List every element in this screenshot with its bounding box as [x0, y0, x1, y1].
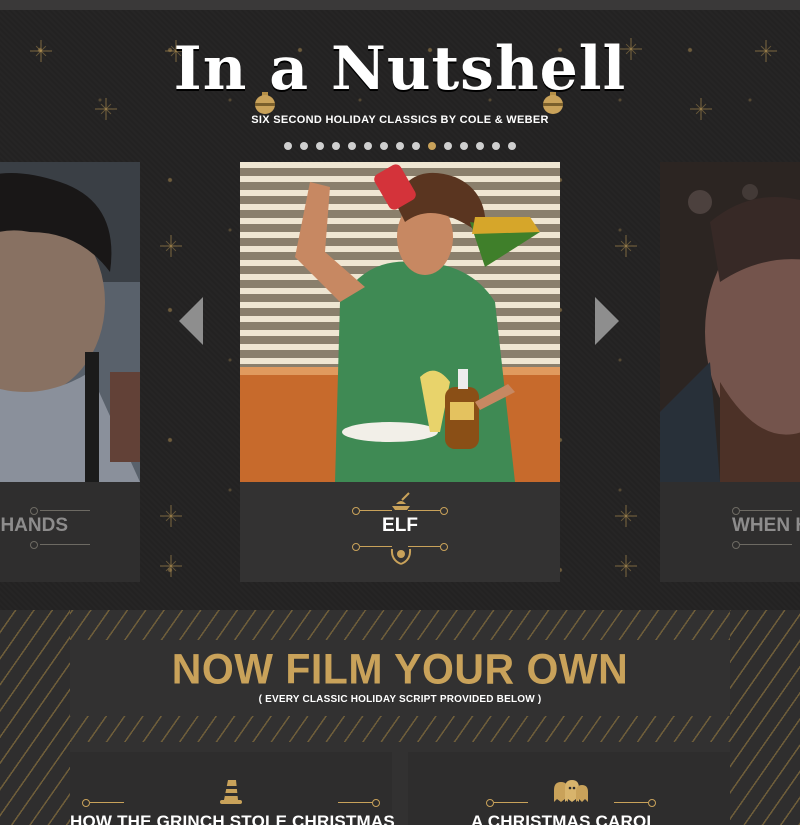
- slide-title: WHEN HA: [732, 515, 800, 536]
- carousel-dot[interactable]: [364, 142, 372, 150]
- hero-section: In a Nutshell SIX SECOND HOLIDAY CLASSIC…: [0, 10, 800, 610]
- star-icon: [615, 505, 637, 527]
- striped-hat-icon: [218, 778, 244, 811]
- film-your-own-section: NOW FILM YOUR OWN ( EVERY CLASSIC HOLIDA…: [0, 610, 800, 825]
- site-subtitle: SIX SECOND HOLIDAY CLASSICS BY COLE & WE…: [251, 114, 549, 126]
- script-card-christmas-carol[interactable]: A CHRISTMAS CAROL: [408, 752, 730, 825]
- site-logo[interactable]: In a Nutshell: [0, 34, 800, 104]
- flourish-divider: [352, 542, 392, 552]
- slide-caption: WHEN HA: [660, 482, 800, 582]
- film-subheading: ( EVERY CLASSIC HOLIDAY SCRIPT PROVIDED …: [258, 694, 542, 705]
- slide-photo: [0, 162, 140, 482]
- carousel-next-arrow-icon[interactable]: [595, 297, 619, 345]
- carousel-dot[interactable]: [444, 142, 452, 150]
- flourish-divider: [732, 540, 792, 550]
- carousel-dot[interactable]: [300, 142, 308, 150]
- carousel-slide-next[interactable]: WHEN HA: [660, 162, 800, 582]
- film-heading: NOW FILM YOUR OWN: [171, 644, 629, 694]
- carousel-dot[interactable]: [460, 142, 468, 150]
- ornament-icon: [543, 92, 563, 114]
- carousel-dot[interactable]: [332, 142, 340, 150]
- flourish-divider: [30, 540, 90, 550]
- flourish-divider: [408, 542, 448, 552]
- flourish-divider: [338, 798, 380, 808]
- script-title[interactable]: HOW THE GRINCH STOLE CHRISTMAS: [70, 812, 395, 825]
- striped-band: [70, 610, 730, 640]
- star-icon: [615, 235, 637, 257]
- carousel-dot[interactable]: [380, 142, 388, 150]
- slide-caption: ELF: [240, 482, 560, 582]
- flourish-divider: [614, 798, 656, 808]
- striped-band: [70, 716, 730, 742]
- ornament-icon: [255, 92, 275, 114]
- slide-title: ORHANDS: [0, 515, 68, 536]
- carousel-dot[interactable]: [396, 142, 404, 150]
- carousel-slide-active[interactable]: ELF: [240, 162, 560, 582]
- carousel-prev-arrow-icon[interactable]: [179, 297, 203, 345]
- slide-caption: ORHANDS: [0, 482, 140, 582]
- carousel-dot[interactable]: [428, 142, 436, 150]
- carousel-dot[interactable]: [508, 142, 516, 150]
- carousel-dot[interactable]: [476, 142, 484, 150]
- flourish-divider: [486, 798, 528, 808]
- script-title[interactable]: A CHRISTMAS CAROL: [403, 812, 725, 825]
- script-card-grinch[interactable]: HOW THE GRINCH STOLE CHRISTMAS: [70, 752, 395, 825]
- flourish-divider: [82, 798, 124, 808]
- ghosts-icon: [552, 780, 590, 809]
- carousel-slide-previous[interactable]: ORHANDS: [0, 162, 140, 582]
- star-icon: [160, 555, 182, 577]
- slide-photo: [660, 162, 800, 482]
- carousel-dot[interactable]: [284, 142, 292, 150]
- carousel-dot[interactable]: [316, 142, 324, 150]
- star-icon: [160, 505, 182, 527]
- carousel-dot[interactable]: [412, 142, 420, 150]
- carousel-dot[interactable]: [492, 142, 500, 150]
- top-bar: [0, 0, 800, 10]
- slide-photo: [240, 162, 560, 482]
- star-icon: [615, 555, 637, 577]
- slide-title: ELF: [382, 515, 418, 536]
- star-icon: [160, 235, 182, 257]
- carousel-pagination: [0, 142, 800, 150]
- carousel-dot[interactable]: [348, 142, 356, 150]
